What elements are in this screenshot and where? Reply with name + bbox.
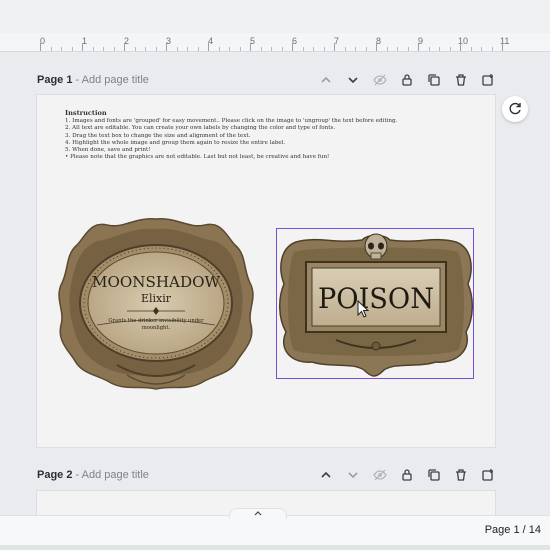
- page-toolbar: [317, 71, 497, 89]
- ruler-tick: [61, 47, 62, 51]
- chevron-down-icon[interactable]: [344, 466, 362, 484]
- ruler-tick: [460, 43, 461, 51]
- instruction-line: 5. When done, save and print!: [65, 147, 151, 154]
- ruler-tick: [166, 43, 167, 51]
- ruler-tick: [292, 43, 293, 51]
- trash-icon[interactable]: [452, 71, 470, 89]
- instruction-text-box[interactable]: Instruction 1. Images and fonts are 'gro…: [65, 109, 445, 161]
- top-strip: [0, 0, 550, 33]
- ruler-tick: [71, 47, 73, 51]
- instruction-line: 3. Drag the text box to change the size …: [65, 132, 251, 139]
- ruler-tick: [313, 47, 314, 51]
- ruler-tick: [397, 47, 398, 51]
- ruler-tick: [155, 47, 157, 51]
- ruler-tick: [365, 47, 367, 51]
- ruler-tick: [376, 43, 377, 51]
- page-2-title[interactable]: Page 2 - Add page title: [37, 469, 149, 481]
- instruction-line: 1. Images and fonts are 'grouped' for ea…: [65, 118, 398, 125]
- chevron-up-icon[interactable]: [317, 466, 335, 484]
- ruler-tick: [418, 43, 419, 51]
- ruler-tick: [386, 47, 388, 51]
- instruction-heading: Instruction: [65, 109, 107, 117]
- ruler-tick: [134, 47, 136, 51]
- label-description-line-1[interactable]: Grants the drinker invisibility under: [108, 318, 204, 324]
- collapse-pages-button[interactable]: [229, 508, 287, 519]
- title-separator: -: [72, 469, 82, 481]
- ruler-tick: [250, 43, 251, 51]
- label-subtitle[interactable]: Elixir: [141, 292, 172, 305]
- ruler-tick: [449, 47, 451, 51]
- ruler-tick: [50, 47, 52, 51]
- ruler-tick: [124, 43, 125, 51]
- add-page-icon[interactable]: [479, 71, 497, 89]
- page-toolbar: [317, 466, 497, 484]
- duplicate-icon[interactable]: [425, 466, 443, 484]
- horizontal-ruler: 0 1 2 3 4 5 6 7 8 9 10 11: [0, 33, 550, 52]
- ruler-tick: [323, 47, 325, 51]
- ruler-tick: [260, 47, 262, 51]
- ruler-tick: [470, 47, 472, 51]
- ruler-tick: [176, 47, 178, 51]
- add-page-icon[interactable]: [479, 466, 497, 484]
- ruler-tick: [302, 47, 304, 51]
- ruler-tick: [187, 47, 188, 51]
- selection-box[interactable]: [276, 228, 474, 379]
- lock-icon[interactable]: [398, 466, 416, 484]
- page-2-header: Page 2 - Add page title: [37, 466, 497, 486]
- label-description-line-2[interactable]: moonlight.: [142, 325, 171, 331]
- ruler-tick: [439, 47, 440, 51]
- trash-icon[interactable]: [452, 466, 470, 484]
- bottom-bar: Page 1 / 14: [0, 508, 550, 546]
- ruler-tick: [103, 47, 104, 51]
- chevron-down-icon[interactable]: [344, 71, 362, 89]
- page-1-title[interactable]: Page 1 - Add page title: [37, 74, 149, 86]
- ruler-tick: [355, 47, 356, 51]
- ruler-tick: [229, 47, 230, 51]
- page-1-header: Page 1 - Add page title: [37, 71, 497, 91]
- add-page-title-link[interactable]: Add page title: [82, 469, 149, 481]
- instruction-line: 2. All text are editable. You can create…: [65, 125, 336, 132]
- ruler-tick: [281, 47, 283, 51]
- ruler-tick: [197, 47, 199, 51]
- page-label: Page 1: [37, 74, 73, 86]
- instruction-line: 4. Highlight the whole image and group t…: [65, 139, 286, 146]
- chevron-up-icon[interactable]: [317, 71, 335, 89]
- hide-icon[interactable]: [371, 71, 389, 89]
- ruler-tick: [271, 47, 272, 51]
- hide-icon[interactable]: [371, 466, 389, 484]
- ruler-tick: [40, 43, 41, 51]
- page-label: Page 2: [37, 469, 73, 481]
- page-counter[interactable]: Page 1 / 14: [485, 524, 541, 536]
- title-separator: -: [72, 74, 82, 86]
- instruction-line: • Please note that the graphics are not …: [65, 154, 330, 161]
- ruler-tick: [92, 47, 94, 51]
- ruler-tick: [344, 47, 346, 51]
- refresh-icon: [509, 102, 521, 115]
- ruler-tick: [82, 43, 83, 51]
- label-title[interactable]: MOONSHADOW: [92, 273, 221, 291]
- ruler-tick: [491, 47, 493, 51]
- mouse-cursor-icon: [357, 300, 370, 318]
- ruler-tick: [145, 47, 146, 51]
- refresh-button[interactable]: [502, 96, 528, 122]
- ruler-tick: [218, 47, 220, 51]
- ruler-tick: [428, 47, 430, 51]
- moonshadow-label[interactable]: MOONSHADOW Elixir Grants the drinker inv…: [57, 215, 255, 393]
- lock-icon[interactable]: [398, 71, 416, 89]
- page-1-canvas[interactable]: Instruction 1. Images and fonts are 'gro…: [37, 95, 495, 447]
- ruler-tick: [334, 43, 335, 51]
- bottom-strip: [0, 545, 550, 550]
- ruler-tick: [481, 47, 482, 51]
- duplicate-icon[interactable]: [425, 71, 443, 89]
- ruler-tick: [502, 43, 503, 51]
- ruler-tick: [113, 47, 115, 51]
- ruler-tick: [239, 47, 241, 51]
- ruler-tick: [407, 47, 409, 51]
- ruler-tick: [208, 43, 209, 51]
- chevron-up-icon: [254, 511, 262, 516]
- add-page-title-link[interactable]: Add page title: [82, 74, 149, 86]
